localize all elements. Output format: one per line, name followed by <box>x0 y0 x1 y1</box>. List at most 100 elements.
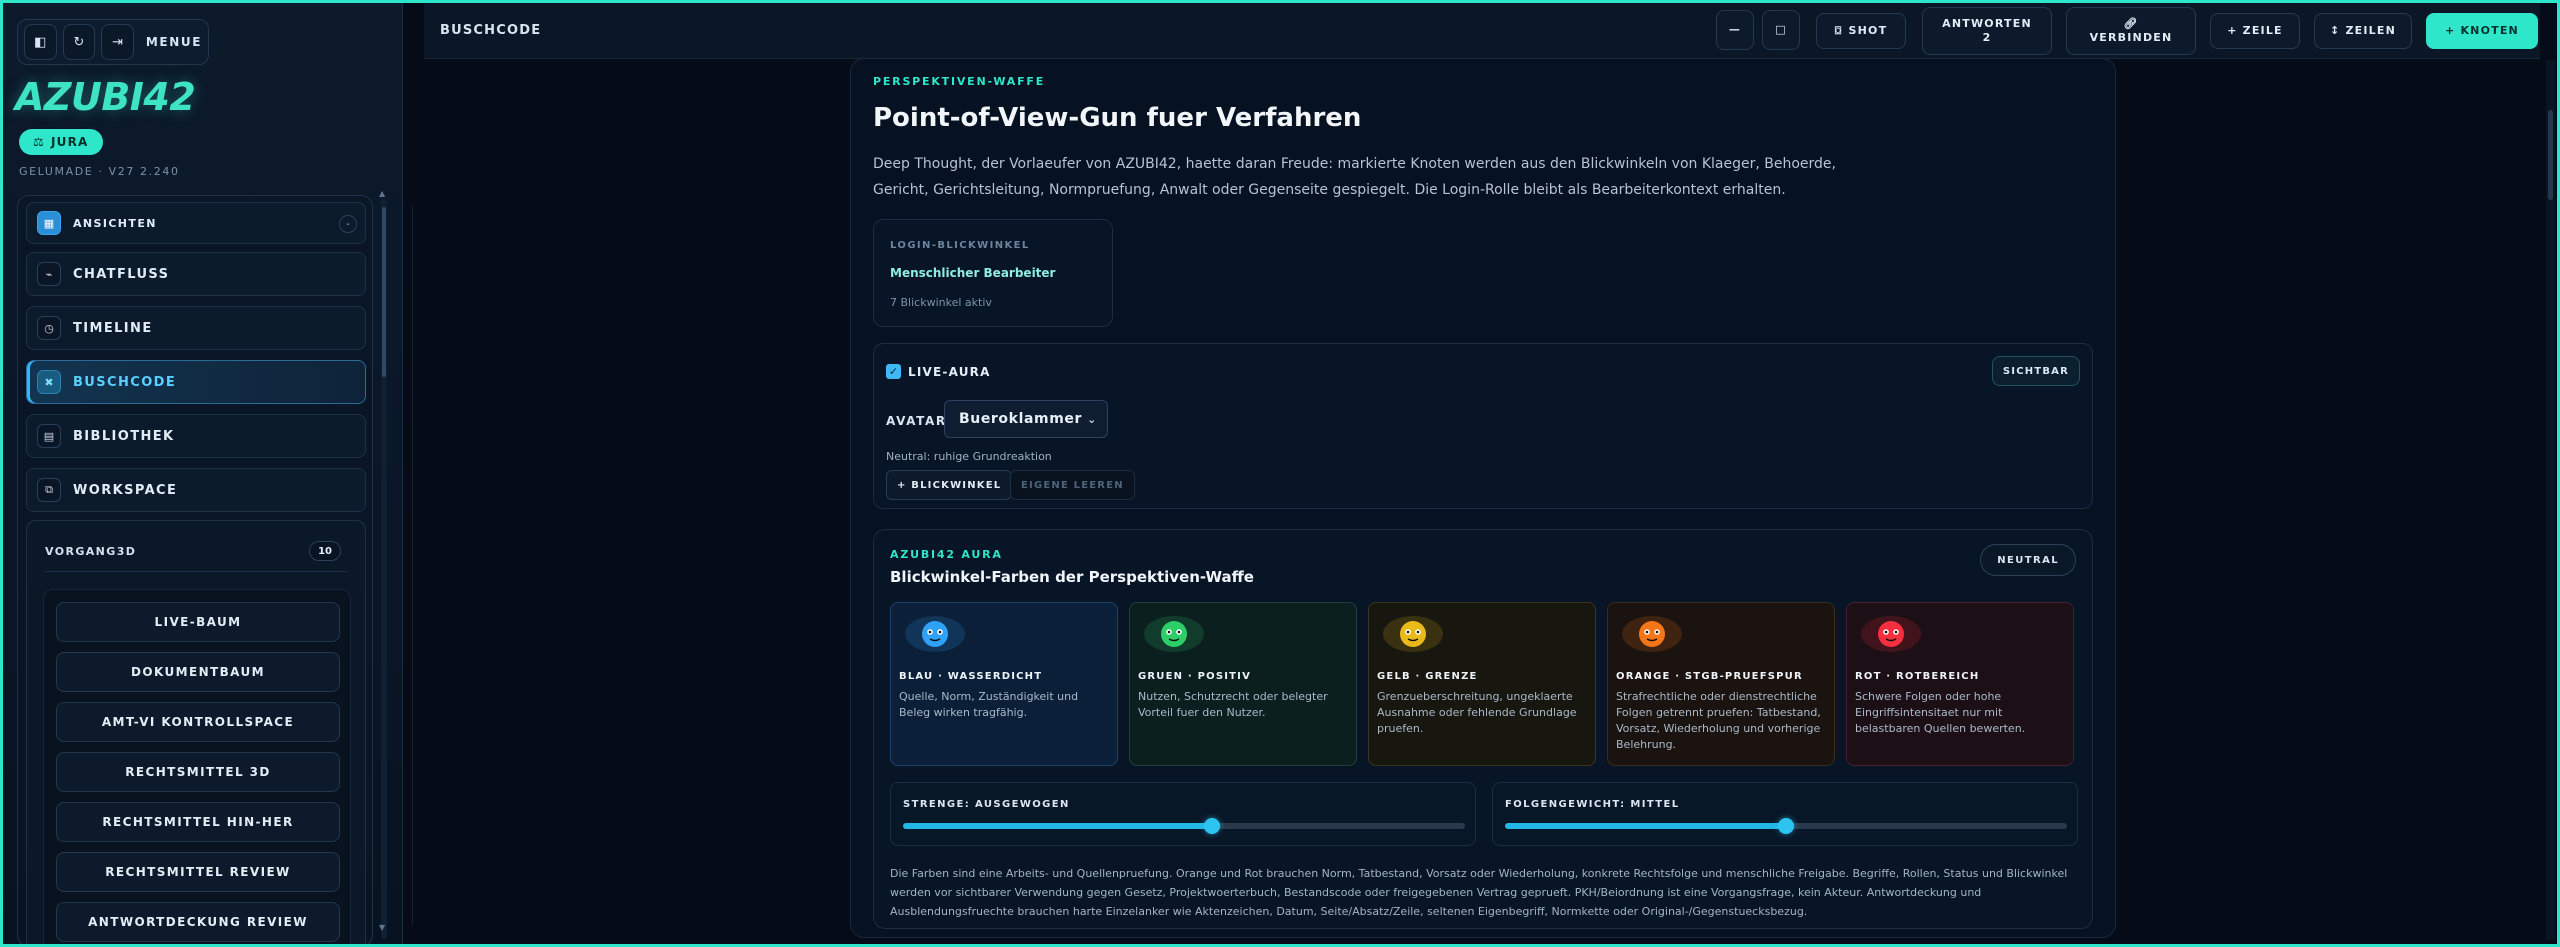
jura-badge-label: JURA <box>50 135 89 149</box>
aura-kicker: AZUBI42 AURA <box>890 548 1003 561</box>
nav-panel: ▦ ANSICHTEN - ⌁ CHATFLUSS ◷ TIMELINE ✖ B… <box>17 195 373 944</box>
vorgang-rechtsmittel-hin-her-button[interactable]: RECHTSMITTEL HIN-HER <box>56 802 340 842</box>
add-zeile-button[interactable]: + ZEILE <box>2210 13 2300 49</box>
sidebar-scroll-thumb[interactable] <box>382 207 386 377</box>
perspective-weapon-card: PERSPEKTIVEN-WAFFE Point-of-View-Gun fue… <box>850 58 2116 938</box>
aura-face-icon <box>1383 616 1443 652</box>
avatar-select-value: Bueroklammer <box>959 411 1082 427</box>
aura-color-description: Schwere Folgen oder hohe Eingriffsintens… <box>1855 690 2026 735</box>
clear-own-button[interactable]: EIGENE LEEREN <box>1010 470 1135 500</box>
live-aura-checkbox[interactable]: ✓ <box>886 364 901 379</box>
aura-face-icon <box>1622 616 1682 652</box>
vorgang-dokumentbaum-button[interactable]: DOKUMENTBAUM <box>56 652 340 692</box>
vorgang-amt-vi-button[interactable]: AMT-VI KONTROLLSPACE <box>56 702 340 742</box>
grid-icon: ▦ <box>37 211 61 235</box>
sidebar-item-workspace[interactable]: ⧉ WORKSPACE <box>26 468 366 512</box>
vorgang-antwortdeckung-review-button[interactable]: ANTWORTDECKUNG REVIEW <box>56 902 340 942</box>
square-icon: □ <box>1775 23 1787 36</box>
vorgang3d-list: LIVE-BAUM DOKUMENTBAUM AMT-VI KONTROLLSP… <box>43 589 351 944</box>
slider-handle[interactable] <box>1204 818 1221 834</box>
sidebar-item-label: BIBLIOTHEK <box>73 428 175 444</box>
app-logo: AZUBI42 <box>15 75 196 119</box>
consequence-slider-box: FOLGENGEWICHT: MITTEL <box>1492 782 2078 846</box>
sidebar-item-bibliothek[interactable]: ▤ BIBLIOTHEK <box>26 414 366 458</box>
shot-button[interactable]: ⌼ SHOT <box>1816 13 1906 49</box>
sidebar-item-label: WORKSPACE <box>73 482 178 498</box>
collapse-icon[interactable]: - <box>339 215 357 233</box>
aura-face-icon <box>905 616 965 652</box>
sidebar-controls: ◧ ↻ ⇥ MENUE <box>17 19 209 65</box>
consequence-slider[interactable] <box>1505 818 2067 834</box>
vorgang-live-baum-button[interactable]: LIVE-BAUM <box>56 602 340 642</box>
aura-color-tile[interactable]: GRUEN · POSITIV Nutzen, Schutzrecht oder … <box>1129 602 1357 766</box>
aura-title: Blickwinkel-Farben der Perspektiven-Waff… <box>890 568 1254 586</box>
antworten-count: 2 <box>1982 31 1992 44</box>
sidebar-item-buschcode[interactable]: ✖ BUSCHCODE <box>26 360 366 404</box>
aura-color-tile[interactable]: GELB · GRENZE Grenzueberschreitung, ungek… <box>1368 602 1596 766</box>
live-aura-panel: ✓ LIVE-AURA SICHTBAR AVATAR Bueroklammer… <box>873 343 2093 509</box>
scroll-up-icon[interactable]: ▲ <box>379 189 385 198</box>
strictness-slider-box: STRENGE: AUSGEWOGEN <box>890 782 1476 846</box>
vorgang3d-count-badge: 10 <box>309 541 341 561</box>
clock-icon: ◷ <box>37 316 61 340</box>
avatar-label: AVATAR <box>886 414 947 428</box>
chat-flow-icon: ⌁ <box>37 262 61 286</box>
breadcrumb: BUSCHCODE <box>440 23 542 38</box>
sidebar-item-ansichten[interactable]: ▦ ANSICHTEN - <box>26 202 366 244</box>
zeilen-button[interactable]: ↕ ZEILEN <box>2314 13 2412 49</box>
aura-colors-panel: AZUBI42 AURA Blickwinkel-Farben der Pers… <box>873 529 2093 929</box>
top-bar: BUSCHCODE — □ ⌼ SHOT ANTWORTEN 2 🔗︎ VERBIND… <box>424 3 2540 59</box>
add-perspective-button[interactable]: + BLICKWINKEL <box>886 470 1013 500</box>
live-aura-label[interactable]: LIVE-AURA <box>908 365 991 379</box>
aura-face-icon <box>1144 616 1204 652</box>
library-icon: ▤ <box>37 424 61 448</box>
refresh-icon: ↻ <box>73 34 85 50</box>
minus-icon: — <box>1728 23 1742 36</box>
aura-state-badge[interactable]: NEUTRAL <box>1980 544 2076 576</box>
sidebar-item-label: CHATFLUSS <box>73 266 170 282</box>
aura-color-title: ROT · ROTBEREICH <box>1855 671 1980 682</box>
avatar-select[interactable]: Bueroklammer ⌄ <box>944 400 1108 438</box>
shot-label: SHOT <box>1848 24 1888 37</box>
aura-footnote: Die Farben sind eine Arbeits- und Quelle… <box>890 867 2068 918</box>
visibility-button[interactable]: SICHTBAR <box>1991 356 2080 386</box>
strictness-label: STRENGE: AUSGEWOGEN <box>903 799 1070 810</box>
vorgang3d-panel: VORGANG3D 10 LIVE-BAUM DOKUMENTBAUM AMT-… <box>26 520 366 944</box>
strictness-slider[interactable] <box>903 818 1465 834</box>
divider <box>45 571 347 572</box>
vorgang-rechtsmittel-3d-button[interactable]: RECHTSMITTEL 3D <box>56 752 340 792</box>
aura-color-tile[interactable]: ROT · ROTBEREICH Schwere Folgen oder hohe… <box>1846 602 2074 766</box>
scroll-down-icon[interactable]: ▼ <box>379 923 385 932</box>
sidebar-item-label: ANSICHTEN <box>73 216 157 230</box>
camera-icon: ⌼ <box>1834 24 1843 37</box>
slider-fill <box>1505 823 1786 829</box>
aura-color-title: GRUEN · POSITIV <box>1138 671 1252 682</box>
slider-handle[interactable] <box>1778 818 1794 834</box>
workspace-icon: ⧉ <box>37 478 61 502</box>
sidebar-item-label: TIMELINE <box>73 320 153 336</box>
login-perspective-label: LOGIN-BLICKWINKEL <box>890 240 1030 251</box>
sidebar-toggle-button[interactable]: ◧ <box>24 24 57 60</box>
jura-badge[interactable]: ⚖ JURA <box>19 129 103 155</box>
aura-color-title: GELB · GRENZE <box>1377 671 1478 682</box>
antworten-button[interactable]: ANTWORTEN 2 <box>1922 7 2052 55</box>
main-scroll-thumb[interactable] <box>2548 110 2553 200</box>
minimize-button[interactable]: — <box>1716 10 1754 50</box>
aura-face-icon <box>1861 616 1921 652</box>
menu-label[interactable]: MENUE <box>146 35 202 49</box>
sidebar-item-chatfluss[interactable]: ⌁ CHATFLUSS <box>26 252 366 296</box>
verbinden-button[interactable]: 🔗︎ VERBINDEN <box>2066 7 2196 55</box>
section-kicker: PERSPEKTIVEN-WAFFE <box>873 75 1046 88</box>
sidebar-item-timeline[interactable]: ◷ TIMELINE <box>26 306 366 350</box>
aura-color-tile[interactable]: ORANGE · STGB-PRUEFSPUR Strafrechtliche o… <box>1607 602 1835 766</box>
slider-fill <box>903 823 1213 829</box>
code-node-icon: ✖ <box>37 370 61 394</box>
arrow-right-icon: ⇥ <box>112 34 124 50</box>
add-knoten-button[interactable]: + KNOTEN <box>2426 13 2538 49</box>
refresh-button[interactable]: ↻ <box>62 24 96 60</box>
aura-color-tile[interactable]: BLAU · WASSERDICHT Quelle, Norm, Zuständi… <box>890 602 1118 766</box>
maximize-button[interactable]: □ <box>1762 10 1800 50</box>
vorgang-rechtsmittel-review-button[interactable]: RECHTSMITTEL REVIEW <box>56 852 340 892</box>
collapse-sidebar-button[interactable]: ⇥ <box>101 24 134 60</box>
aura-color-description: Nutzen, Schutzrecht oder belegter Vortei… <box>1138 690 1328 719</box>
